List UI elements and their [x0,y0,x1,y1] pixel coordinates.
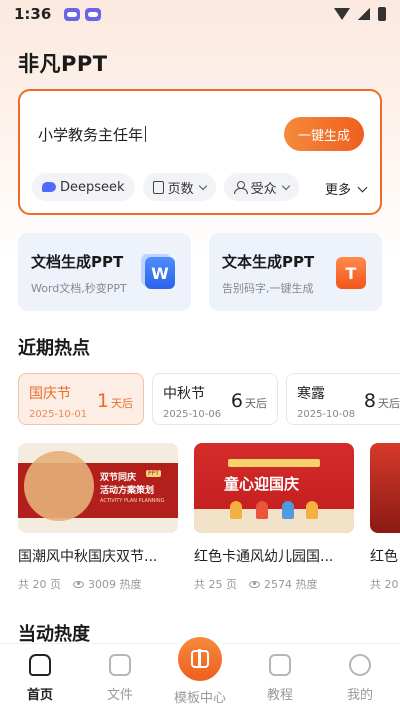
template-thumbnail [370,443,400,533]
thumbnail-banner [228,459,320,467]
battery-icon [378,7,386,21]
model-chip[interactable]: Deepseek [32,173,135,201]
template-heat: 3009 热度 [88,578,142,591]
file-icon [109,654,131,676]
template-name: 红色 [370,549,398,565]
status-bar: 1:36 [0,0,400,28]
prompt-input-value: 小学教务主任年 [38,126,144,144]
nav-profile[interactable]: 我的 [330,654,390,703]
template-center-icon [191,649,209,668]
hot-topic-unit: 天后 [378,397,400,410]
template-card[interactable]: 红色 共 20 [370,443,400,592]
wifi-icon [334,8,350,20]
nav-files[interactable]: 文件 [90,654,150,703]
prompt-input[interactable]: 小学教务主任年 [38,124,147,145]
hot-topic-card[interactable]: 寒露 2025-10-08 8 天后 [286,373,400,425]
template-heat: 2574 热度 [264,578,318,591]
more-options-button[interactable]: 更多 [324,179,368,198]
audience-chip-label: 受众 [250,181,277,197]
template-pages: 共 20 页 [18,578,61,591]
hot-topic-unit: 天后 [111,397,133,410]
nav-label: 我的 [346,688,373,703]
nav-template-center[interactable] [178,637,222,681]
home-icon [29,654,51,676]
thumbnail-figure [282,501,294,519]
nav-tutorials[interactable]: 教程 [250,654,310,703]
hot-topic-days: 1 [96,390,109,412]
pages-chip[interactable]: 页数 [142,173,216,201]
template-name: 国潮风中秋国庆双节... [18,549,158,565]
thumbnail-text: ACTIVITY PLAN PLANNING [100,498,165,504]
text-to-ppt-card[interactable]: 文本生成PPT 告别码字,一键生成 T [209,233,382,311]
thumbnail-text: 童心迎国庆 [224,475,300,493]
cellular-signal-icon [358,8,370,20]
thumbnail-text: 活动方案策划 [100,486,155,496]
hot-topic-unit: 天后 [245,397,267,410]
pages-icon [152,180,164,194]
template-thumbnail: 双节同庆 PPT 活动方案策划 ACTIVITY PLAN PLANNING [18,443,178,533]
eye-icon [73,580,84,588]
audience-chip[interactable]: 受众 [223,173,299,201]
nav-home[interactable]: 首页 [10,654,70,703]
hot-topic-card[interactable]: 中秋节 2025-10-06 6 天后 [152,373,278,425]
nav-label: 教程 [266,688,293,703]
model-chip-label: Deepseek [60,179,125,195]
prompt-options: Deepseek 页数 受众 [32,173,299,201]
hot-topic-card[interactable]: 国庆节 2025-10-01 1 天后 [18,373,144,425]
chevron-down-icon [198,181,207,190]
template-name: 红色卡通风幼儿园国... [194,549,334,565]
status-time: 1:36 [14,5,52,23]
thumbnail-figure [230,501,242,519]
doc-to-ppt-card[interactable]: 文档生成PPT Word文档,秒变PPT W [18,233,191,311]
prompt-card: 小学教务主任年 一键生成 Deepseek 页数 受众 更多 [18,89,382,215]
generate-button[interactable]: 一键生成 [284,117,364,151]
thumbnail-text: 双节同庆 [100,473,137,483]
deepseek-icon [42,182,56,192]
hot-section-title: 近期热点 [18,338,90,359]
word-icon: W [145,257,175,289]
thumbnail-decoration [24,451,94,521]
pages-chip-label: 页数 [167,181,194,197]
thumbnail-figure [256,501,268,519]
eye-icon [249,580,260,588]
template-pages: 共 25 页 [194,578,237,591]
template-card[interactable]: 双节同庆 PPT 活动方案策划 ACTIVITY PLAN PLANNING 国… [18,443,178,592]
profile-icon [349,654,371,676]
book-icon [269,654,291,676]
template-thumbnail: 童心迎国庆 [194,443,354,533]
audience-icon [233,181,248,194]
hot-topic-days: 8 [363,390,376,412]
hot-topic-days: 6 [230,390,243,412]
game-controller-icon [85,7,102,21]
app-title: 非凡PPT [18,52,108,76]
more-label: 更多 [324,183,351,198]
template-card[interactable]: 童心迎国庆 红色卡通风幼儿园国... 共 25 页 2574 热度 [194,443,354,592]
thumbnail-figure [306,501,318,519]
nav-label: 模板中心 [173,691,226,706]
nav-label: 文件 [106,688,133,703]
chevron-down-icon [357,182,368,192]
template-pages: 共 20 [370,578,399,591]
text-caret [145,126,147,142]
nav-label: 首页 [26,688,53,703]
chevron-down-icon [281,181,290,190]
game-controller-icon [64,7,81,21]
thumbnail-tag: PPT [146,470,161,477]
thumbnail-ground [194,509,354,533]
text-icon: T [336,257,366,289]
